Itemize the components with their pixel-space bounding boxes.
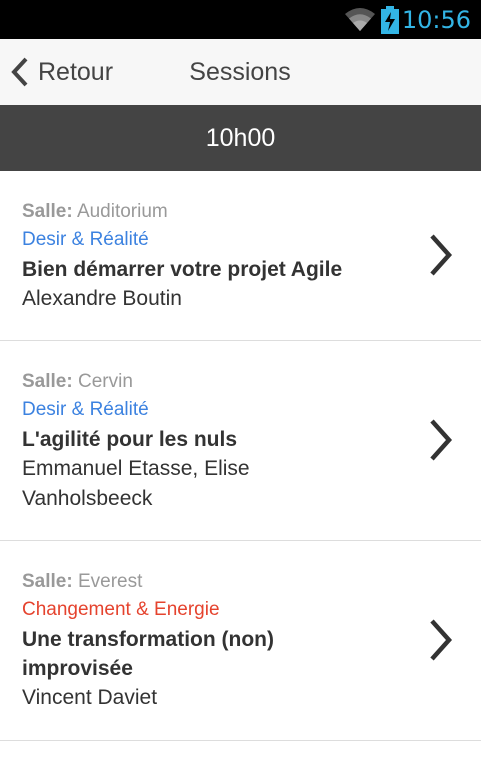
session-item[interactable] — [0, 741, 481, 766]
session-track: Desir & Réalité — [22, 229, 149, 250]
session-list: Salle: Auditorium Desir & Réalité Bien d… — [0, 171, 481, 766]
session-speakers: Vanholsbeeck — [22, 487, 153, 510]
room-line: Salle: Everest — [22, 569, 391, 595]
room-name: Auditorium — [76, 201, 168, 222]
session-title: L'agilité pour les nuls — [22, 428, 238, 451]
time-slot-header: 10h00 — [0, 105, 481, 171]
battery-charging-icon — [381, 6, 399, 34]
room-line: Salle: Cervin — [22, 369, 391, 395]
chevron-left-icon — [11, 57, 28, 87]
session-title: Bien démarrer votre projet Agile — [22, 258, 343, 281]
session-speakers: Alexandre Boutin — [22, 287, 182, 310]
session-speakers: Vincent Daviet — [22, 686, 158, 709]
session-item[interactable]: Salle: Auditorium Desir & Réalité Bien d… — [0, 171, 481, 341]
chevron-right-icon — [430, 234, 453, 276]
session-speakers: Emmanuel Etasse, Elise — [22, 457, 250, 480]
status-bar: 10:56 — [0, 0, 481, 39]
page-title: Sessions — [189, 58, 291, 86]
session-track: Changement & Energie — [22, 599, 220, 620]
session-item[interactable]: Salle: Everest Changement & Energie Une … — [0, 541, 481, 741]
back-label: Retour — [38, 57, 114, 86]
room-name: Everest — [77, 571, 143, 592]
chevron-right-icon — [430, 619, 453, 661]
wifi-icon — [345, 8, 375, 31]
chevron-right-icon — [430, 419, 453, 461]
room-label: Salle: — [22, 201, 73, 222]
session-title: improvisée — [22, 657, 133, 680]
session-item[interactable]: Salle: Cervin Desir & Réalité L'agilité … — [0, 341, 481, 541]
room-label: Salle: — [22, 571, 73, 592]
session-title: Une transformation (non) — [22, 628, 274, 651]
room-name: Cervin — [77, 371, 133, 392]
status-clock: 10:56 — [401, 6, 471, 34]
room-line: Salle: Auditorium — [22, 199, 391, 225]
back-button[interactable]: Retour — [8, 49, 138, 95]
session-track: Desir & Réalité — [22, 399, 149, 420]
room-label: Salle: — [22, 371, 73, 392]
nav-bar: Retour Sessions — [0, 39, 481, 105]
